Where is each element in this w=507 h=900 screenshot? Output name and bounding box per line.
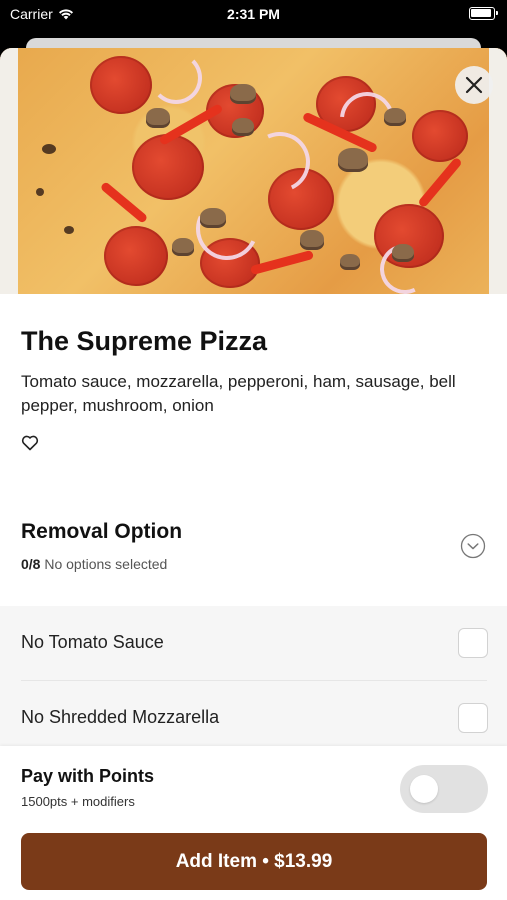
option-label: No Shredded Mozzarella xyxy=(21,707,220,727)
close-icon xyxy=(465,76,483,94)
status-bar: Carrier 2:31 PM xyxy=(0,0,507,30)
battery-icon xyxy=(469,7,498,20)
heart-outline-icon[interactable] xyxy=(21,434,39,452)
option-no-shredded-mozzarella[interactable]: No Shredded Mozzarella xyxy=(0,681,507,753)
removal-option-title: Removal Option xyxy=(21,520,183,543)
removal-option-status: No options selected xyxy=(44,556,168,572)
option-checkbox[interactable] xyxy=(458,703,488,733)
close-button[interactable] xyxy=(455,66,493,104)
removal-options-list: No Tomato Sauce No Shredded Mozzarella xyxy=(0,606,507,750)
option-no-tomato-sauce[interactable]: No Tomato Sauce xyxy=(0,606,507,681)
removal-option-summary: 0/8 No options selected xyxy=(21,556,167,572)
option-checkbox[interactable] xyxy=(458,628,488,658)
add-item-button[interactable]: Add Item • $13.99 xyxy=(21,833,487,890)
option-label: No Tomato Sauce xyxy=(21,632,164,652)
pay-with-points-subtitle: 1500pts + modifiers xyxy=(21,794,135,809)
item-title: The Supreme Pizza xyxy=(21,326,268,356)
pay-with-points-title: Pay with Points xyxy=(21,766,155,786)
toggle-knob xyxy=(410,775,438,803)
status-time: 2:31 PM xyxy=(227,6,280,22)
pizza-image xyxy=(0,48,507,294)
item-description: Tomato sauce, mozzarella, pepperoni, ham… xyxy=(21,372,456,415)
item-detail-sheet: The Supreme Pizza Tomato sauce, mozzarel… xyxy=(0,48,507,900)
checkout-panel: Pay with Points 1500pts + modifiers Add … xyxy=(0,746,507,900)
pay-with-points-toggle[interactable] xyxy=(400,765,488,813)
chevron-down-circle-icon[interactable] xyxy=(460,533,486,559)
removal-option-count: 0/8 xyxy=(21,556,41,572)
